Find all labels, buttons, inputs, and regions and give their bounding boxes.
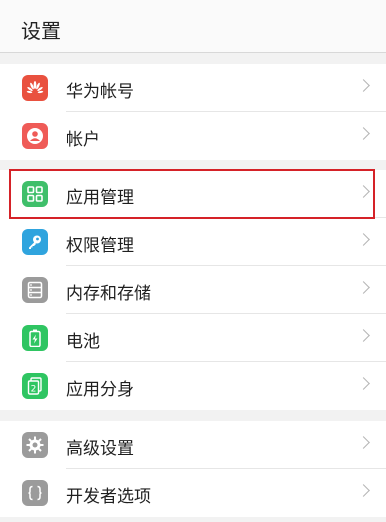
settings-item-storage[interactable]: 内存和存储 bbox=[0, 266, 386, 314]
chevron-right-icon bbox=[357, 436, 370, 449]
chevron-right-icon bbox=[357, 127, 370, 140]
settings-item-app-management[interactable]: 应用管理 bbox=[0, 170, 386, 218]
settings-item-label: 帐户 bbox=[66, 130, 100, 150]
gear-icon bbox=[22, 432, 48, 458]
chevron-right-icon bbox=[357, 377, 370, 390]
settings-item-label: 高级设置 bbox=[66, 439, 134, 459]
settings-item-permissions[interactable]: 权限管理 bbox=[0, 218, 386, 266]
app-twin-icon: 2 bbox=[22, 373, 48, 399]
svg-text:2: 2 bbox=[31, 385, 37, 395]
settings-item-label: 内存和存储 bbox=[66, 284, 151, 304]
settings-item-app-twin[interactable]: 2 应用分身 bbox=[0, 362, 386, 410]
settings-item-developer-options[interactable]: 开发者选项 bbox=[0, 469, 386, 517]
storage-icon bbox=[22, 277, 48, 303]
settings-item-label: 开发者选项 bbox=[66, 487, 151, 507]
settings-item-account[interactable]: 帐户 bbox=[0, 112, 386, 160]
account-group: 华为帐号 帐户 bbox=[0, 64, 386, 160]
user-icon bbox=[22, 123, 48, 149]
settings-item-label: 权限管理 bbox=[66, 236, 134, 256]
settings-item-battery[interactable]: 电池 bbox=[0, 314, 386, 362]
page-title: 设置 bbox=[21, 19, 61, 43]
chevron-right-icon bbox=[357, 484, 370, 497]
chevron-right-icon bbox=[357, 329, 370, 342]
system-group: 高级设置 开发者选项 bbox=[0, 421, 386, 517]
chevron-right-icon bbox=[357, 185, 370, 198]
battery-icon bbox=[22, 325, 48, 351]
code-braces-icon bbox=[22, 480, 48, 506]
settings-item-label: 华为帐号 bbox=[66, 82, 134, 102]
settings-item-label: 电池 bbox=[66, 332, 100, 352]
settings-item-huawei-account[interactable]: 华为帐号 bbox=[0, 64, 386, 112]
settings-item-label: 应用分身 bbox=[66, 380, 134, 400]
apps-group: 应用管理 权限管理 内存和存储 电池 2 应用分身 bbox=[0, 170, 386, 410]
chevron-right-icon bbox=[357, 233, 370, 246]
chevron-right-icon bbox=[357, 281, 370, 294]
huawei-logo-icon bbox=[22, 75, 48, 101]
settings-item-label: 应用管理 bbox=[66, 188, 134, 208]
settings-item-advanced[interactable]: 高级设置 bbox=[0, 421, 386, 469]
app-grid-icon bbox=[22, 181, 48, 207]
header: 设置 bbox=[0, 0, 386, 53]
chevron-right-icon bbox=[357, 79, 370, 92]
key-icon bbox=[22, 229, 48, 255]
